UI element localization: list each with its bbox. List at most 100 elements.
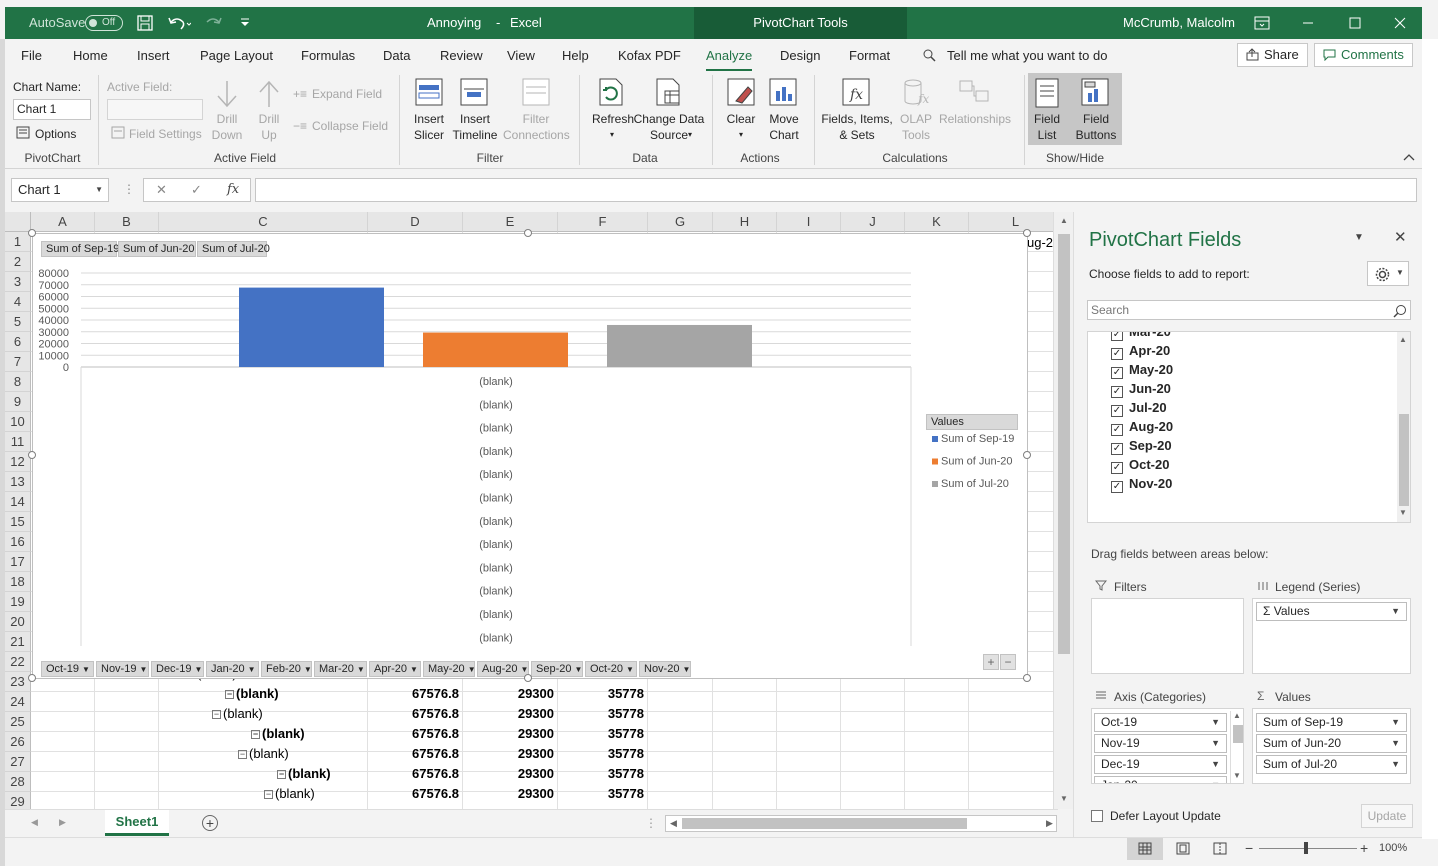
scroll-down-icon[interactable]: ▼ — [1060, 794, 1068, 803]
axis-scroll-thumb[interactable] — [1233, 725, 1243, 743]
row-label[interactable]: −(blank) — [264, 784, 315, 804]
cell-l1-partial[interactable]: ug-2 — [1027, 233, 1053, 253]
insert-timeline-label-1[interactable]: Insert — [451, 111, 499, 127]
collapse-toggle-icon[interactable]: − — [212, 710, 221, 719]
tab-home[interactable]: Home — [73, 48, 108, 63]
pivot-chart[interactable]: 80000 70000 60000 50000 40000 30000 20000 10000… — [32, 233, 1028, 679]
h-scroll-thumb[interactable] — [682, 818, 967, 829]
scroll-thumb[interactable] — [1058, 234, 1070, 654]
axis-scroll-up-icon[interactable]: ▲ — [1233, 711, 1241, 720]
zoom-out-icon[interactable]: − — [1245, 840, 1253, 856]
row-header-9[interactable]: 9 — [5, 392, 31, 412]
prev-sheet-icon[interactable]: ◀ — [31, 817, 38, 828]
legend-item-values[interactable]: Σ Values ▼ — [1256, 602, 1407, 621]
page-layout-view-icon[interactable] — [1176, 842, 1190, 855]
drill-down-label-2[interactable]: Down — [208, 127, 246, 143]
values-area-item[interactable]: Sum of Jul-20 ▼ — [1256, 755, 1407, 774]
cell-value-d[interactable]: 67576.8 — [368, 784, 459, 804]
tab-kofax-pdf[interactable]: Kofax PDF — [618, 48, 681, 63]
clear-button[interactable]: Clear — [721, 111, 761, 127]
chevron-down-icon[interactable]: ▼ — [1391, 603, 1400, 620]
clear-dropdown-icon[interactable]: ▾ — [734, 127, 748, 143]
change-data-source-dropdown-icon[interactable]: ▾ — [688, 127, 692, 143]
normal-view-icon[interactable] — [1138, 842, 1152, 855]
legend-title-button[interactable]: Values — [926, 414, 1018, 430]
column-header-k[interactable]: K — [905, 212, 969, 232]
row-header-13[interactable]: 13 — [5, 472, 31, 492]
chevron-down-icon[interactable]: ▼ — [1211, 756, 1220, 773]
resize-handle-top-left[interactable] — [28, 229, 36, 237]
axis-area[interactable]: Oct-19 ▼ Nov-19 ▼ Dec-19 ▼ Jan-20 ▼ ▲ ▼ — [1091, 708, 1244, 784]
checkbox-checked-icon[interactable]: ✓ — [1111, 405, 1123, 417]
scroll-left-icon[interactable]: ◀ — [670, 818, 677, 829]
row-label[interactable]: −(blank) — [277, 764, 331, 784]
close-pane-icon[interactable]: ✕ — [1394, 228, 1407, 246]
tab-design[interactable]: Design — [780, 48, 820, 63]
chevron-down-icon[interactable]: ▼ — [626, 665, 634, 674]
cell-value-d[interactable]: 67576.8 — [368, 684, 459, 704]
cell-value-f[interactable]: 35778 — [558, 724, 644, 744]
axis-field-button[interactable]: May-20 ▼ — [423, 661, 476, 677]
checkbox-checked-icon[interactable]: ✓ — [1111, 462, 1123, 474]
field-scroll-down-icon[interactable]: ▼ — [1399, 508, 1407, 517]
column-header-h[interactable]: H — [713, 212, 777, 232]
checkbox-checked-icon[interactable]: ✓ — [1111, 424, 1123, 436]
axis-field-button[interactable]: Mar-20 ▼ — [314, 661, 367, 677]
collapse-chart-button[interactable]: − — [1000, 654, 1016, 670]
undo-icon[interactable] — [167, 15, 191, 31]
chevron-down-icon[interactable]: ▼ — [1391, 735, 1400, 752]
axis-area-item[interactable]: Nov-19 ▼ — [1094, 734, 1227, 753]
row-label[interactable]: −(blank) — [238, 744, 289, 764]
column-header-f[interactable]: F — [558, 212, 648, 232]
field-search-input[interactable]: Search — [1087, 300, 1411, 320]
checkbox-checked-icon[interactable]: ✓ — [1111, 348, 1123, 360]
next-sheet-icon[interactable]: ▶ — [59, 817, 66, 828]
row-header-17[interactable]: 17 — [5, 552, 31, 572]
tab-data[interactable]: Data — [383, 48, 410, 63]
move-chart-label-1[interactable]: Move — [763, 111, 805, 127]
defer-layout-checkbox[interactable] — [1091, 810, 1103, 822]
column-header-l[interactable]: L — [969, 212, 1063, 232]
row-header-18[interactable]: 18 — [5, 572, 31, 592]
zoom-in-icon[interactable]: + — [1360, 840, 1368, 856]
checkbox-checked-icon[interactable]: ✓ — [1111, 332, 1123, 341]
fields-items-sets-label-1[interactable]: Fields, Items, — [819, 111, 895, 127]
cell-value-e[interactable]: 29300 — [463, 784, 554, 804]
filter-connections-label-2[interactable]: Connections — [503, 127, 570, 143]
column-header-e[interactable]: E — [463, 212, 558, 232]
row-header-19[interactable]: 19 — [5, 592, 31, 612]
select-all-corner[interactable] — [5, 212, 31, 232]
olap-tools-label-1[interactable]: OLAP — [895, 111, 937, 127]
column-header-b[interactable]: B — [95, 212, 159, 232]
minimize-button[interactable] — [1285, 7, 1330, 39]
field-list-scrollbar[interactable]: ▲ ▼ — [1397, 332, 1410, 522]
axis-field-button[interactable]: Feb-20 ▼ — [261, 661, 312, 677]
axis-field-button[interactable]: Jan-20 ▼ — [206, 661, 259, 677]
tab-help[interactable]: Help — [562, 48, 589, 63]
scroll-up-icon[interactable]: ▲ — [1060, 216, 1068, 225]
chevron-down-icon[interactable]: ▼ — [682, 665, 690, 674]
insert-timeline-label-2[interactable]: Timeline — [451, 127, 499, 143]
axis-field-button[interactable]: Dec-19 ▼ — [151, 661, 204, 677]
zoom-level[interactable]: 100% — [1379, 842, 1407, 854]
checkbox-checked-icon[interactable]: ✓ — [1111, 367, 1123, 379]
pane-options-chevron-icon[interactable]: ▼ — [1354, 232, 1364, 243]
row-header-14[interactable]: 14 — [5, 492, 31, 512]
row-header-10[interactable]: 10 — [5, 412, 31, 432]
row-header-29[interactable]: 29 — [5, 792, 31, 809]
chevron-down-icon[interactable]: ▼ — [1391, 756, 1400, 773]
autosave-toggle[interactable]: Off — [85, 15, 123, 31]
axis-field-button[interactable]: Oct-19 ▼ — [41, 661, 94, 677]
insert-function-icon[interactable]: fx — [227, 182, 239, 197]
row-header-26[interactable]: 26 — [5, 732, 31, 752]
values-area[interactable]: Sum of Sep-19 ▼ Sum of Jun-20 ▼ Sum of Jul-2… — [1252, 708, 1411, 784]
active-field-input[interactable] — [107, 99, 203, 120]
tab-review[interactable]: Review — [440, 48, 483, 63]
chevron-down-icon[interactable]: ▼ — [304, 665, 312, 674]
field-list-label-1[interactable]: Field — [1028, 111, 1066, 127]
chevron-down-icon[interactable]: ▼ — [82, 665, 90, 674]
comments-button[interactable]: Comments — [1314, 43, 1413, 67]
cell-value-e[interactable]: 29300 — [463, 764, 554, 784]
row-header-22[interactable]: 22 — [5, 652, 31, 672]
row-header-21[interactable]: 21 — [5, 632, 31, 652]
